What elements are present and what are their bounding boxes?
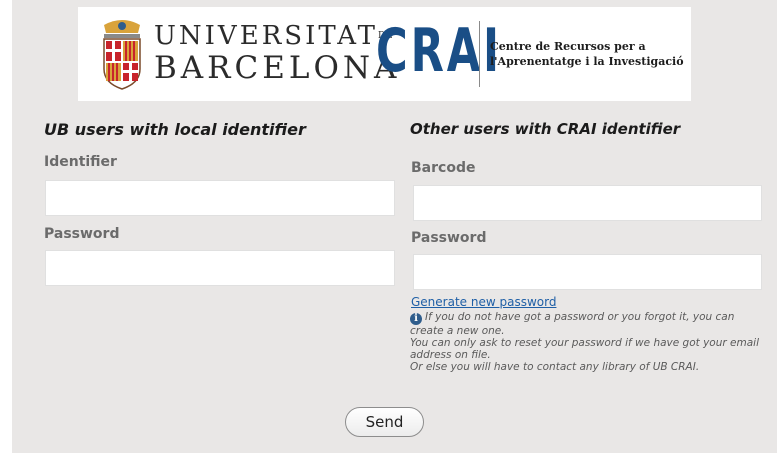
barcode-label: Barcode [411,160,476,176]
crai-users-title: Other users with CRAI identifier [410,120,681,138]
password-help-text: i If you do not have got a password or yo… [410,311,760,373]
crai-password-label: Password [411,230,487,246]
university-name: UNIVERSITATDE BARCELONA [154,21,400,85]
crai-logo: CRAI [376,16,502,86]
logo-divider [479,21,480,87]
local-password-input[interactable] [45,250,395,286]
crai-full-name: Centre de Recursos per a l'Aprenentatge … [490,39,684,69]
identifier-label: Identifier [44,154,117,170]
info-icon: i [410,313,422,325]
university-name-line1: UNIVERSITAT [154,21,378,51]
header-banner: UNIVERSITATDE BARCELONA CRAI Centre de R… [78,7,691,101]
local-password-label: Password [44,226,120,242]
help-line-2: You can only ask to reset your password … [410,337,759,361]
local-users-title: UB users with local identifier [44,120,306,139]
send-button[interactable]: Send [345,407,424,437]
crai-name-line2: l'Aprenentatge i la Investigació [490,55,684,68]
identifier-input[interactable] [45,180,395,216]
barcode-input[interactable] [413,185,762,221]
crai-name-line1: Centre de Recursos per a [490,40,646,53]
help-line-3: Or else you will have to contact any lib… [410,361,700,373]
help-line-1: If you do not have got a password or you… [410,311,735,337]
university-name-line2: BARCELONA [154,50,401,86]
crai-password-input[interactable] [413,254,762,290]
generate-password-link[interactable]: Generate new password [411,295,556,309]
university-crest-logo [103,20,141,90]
